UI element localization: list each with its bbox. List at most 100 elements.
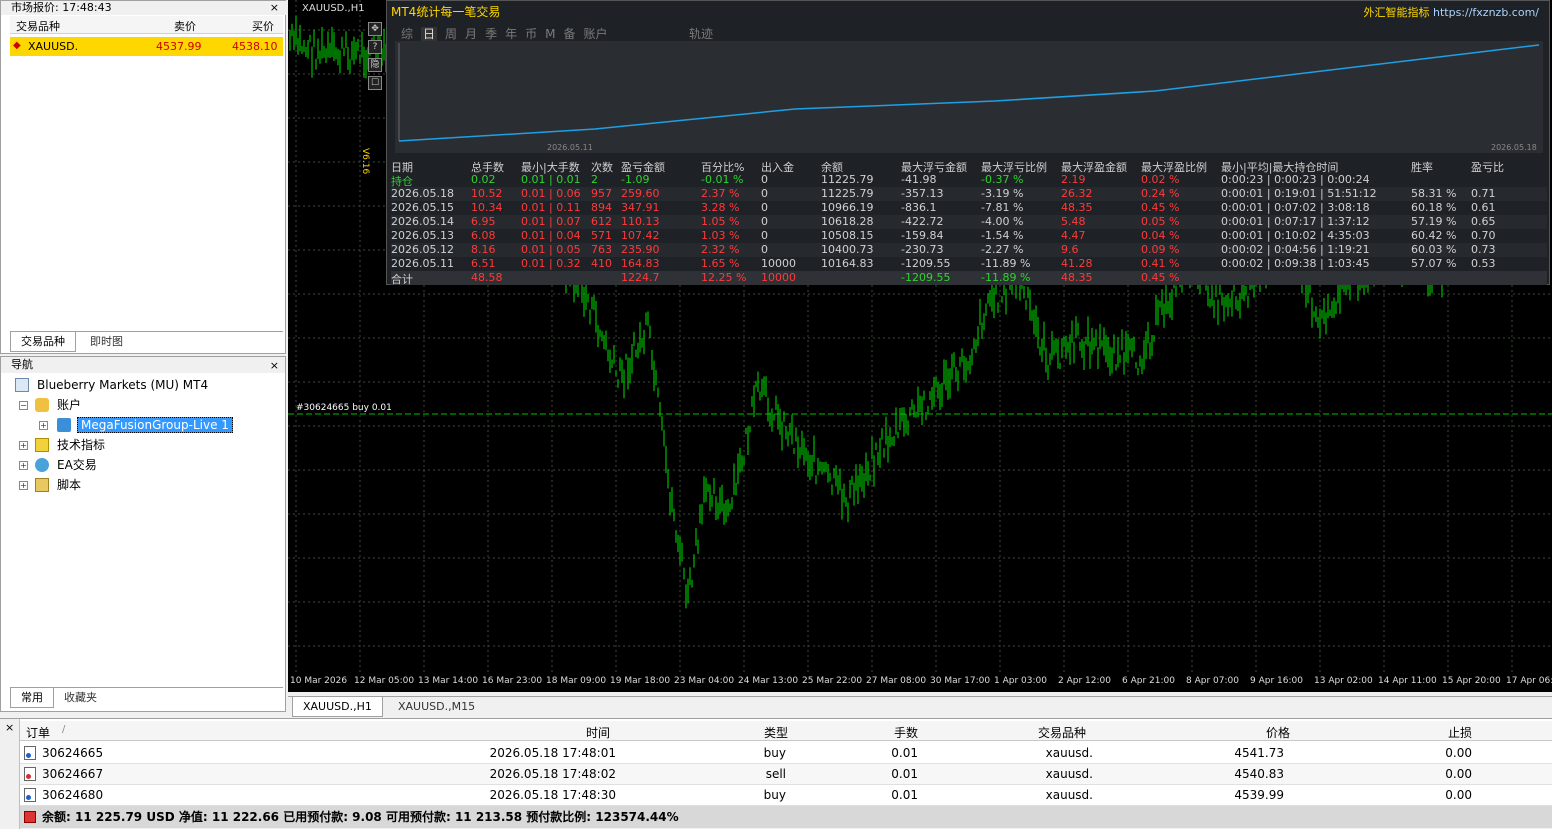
time-axis-label: 15 Apr 20:00 xyxy=(1442,676,1501,686)
navigator-tabs: 常用 收藏夹 xyxy=(10,687,283,709)
col-bid[interactable]: 卖价 xyxy=(174,18,196,34)
stats-cell: 347.91 xyxy=(621,201,660,214)
settings-icon[interactable]: ☐ xyxy=(368,76,382,90)
period-tab[interactable]: 日 xyxy=(421,27,438,41)
trade-lots: 0.01 xyxy=(891,746,918,760)
tab-chart-h1[interactable]: XAUUSD.,H1 xyxy=(292,697,383,717)
time-axis-label: 13 Apr 02:00 xyxy=(1314,676,1373,686)
move-icon[interactable]: ✥ xyxy=(368,22,382,36)
tab-tick-chart[interactable]: 即时图 xyxy=(80,332,133,352)
market-watch-panel: 市场报价: 17:48:43 × 交易品种 卖价 买价 ◆ XAUUSD. 45… xyxy=(0,0,287,354)
period-tab[interactable]: 备 xyxy=(563,27,575,41)
stats-cell: 合计 xyxy=(391,273,413,286)
stats-cell: 410 xyxy=(591,257,612,270)
stats-cell: 0 xyxy=(761,201,768,214)
expand-icon[interactable]: + xyxy=(19,481,28,490)
stats-cell: 0:00:02 | 0:04:56 | 1:19:21 xyxy=(1221,243,1370,256)
collapse-icon[interactable]: − xyxy=(19,401,28,410)
close-icon[interactable]: × xyxy=(270,1,279,14)
stats-cell: 1.03 % xyxy=(701,229,740,242)
time-axis-label: 8 Apr 07:00 xyxy=(1186,676,1239,686)
close-icon[interactable]: × xyxy=(5,721,14,734)
col-time[interactable]: 时间 xyxy=(586,724,610,741)
period-tab[interactable]: 账户 xyxy=(583,27,607,41)
stats-cell: 0.71 xyxy=(1471,187,1496,200)
script-icon xyxy=(35,478,49,492)
stats-cell: 0:00:01 | 0:10:02 | 4:35:03 xyxy=(1221,229,1370,242)
col-sl[interactable]: 止损 xyxy=(1448,724,1472,741)
trail-label[interactable]: 轨迹 xyxy=(689,25,713,42)
stats-cell: 10618.28 xyxy=(821,215,874,228)
time-axis-label: 24 Mar 13:00 xyxy=(738,676,799,686)
symbol-row[interactable]: ◆ XAUUSD. 4537.99 4538.10 xyxy=(10,37,283,56)
stats-cell: -422.72 xyxy=(901,215,944,228)
tree-experts[interactable]: + EA交易 xyxy=(19,456,97,474)
tab-symbols[interactable]: 交易品种 xyxy=(10,332,76,352)
stats-cell: 0.45 % xyxy=(1141,201,1180,214)
stats-row: 合计 48.58 1224.7 12.25 % 10000 -1209.55 -11.89 … xyxy=(391,271,1547,286)
tree-indicators[interactable]: + 技术指标 xyxy=(19,436,105,454)
stats-cell: -11.89 % xyxy=(981,257,1031,270)
equity-line-canvas xyxy=(398,43,1540,142)
stats-cell: 9.6 xyxy=(1061,243,1079,256)
stats-cell: 0:00:02 | 0:09:38 | 1:03:45 xyxy=(1221,257,1370,270)
trade-table-header: 订单 / 时间 类型 手数 交易品种 价格 止损 xyxy=(20,721,1552,741)
stats-cell: -836.1 xyxy=(901,201,937,214)
col-ask[interactable]: 买价 xyxy=(252,18,274,34)
col-lots[interactable]: 手数 xyxy=(894,724,918,741)
stats-cell: 4.47 xyxy=(1061,229,1086,242)
stats-cell: 6.08 xyxy=(471,229,496,242)
col-type[interactable]: 类型 xyxy=(764,724,788,741)
period-tab[interactable]: 币 xyxy=(525,27,537,41)
trade-order: 30624665 xyxy=(42,746,104,760)
time-axis-label: 17 Apr 06:00 xyxy=(1506,676,1552,686)
period-tab[interactable]: 综 xyxy=(401,27,413,41)
stats-cell: 0.09 % xyxy=(1141,243,1180,256)
stats-cell: 8.16 xyxy=(471,243,496,256)
summary-icon xyxy=(24,811,36,823)
col-symbol[interactable]: 交易品种 xyxy=(1038,724,1086,741)
stats-cell: -4.00 % xyxy=(981,215,1024,228)
trade-type: sell xyxy=(765,767,786,781)
period-tab[interactable]: 季 xyxy=(485,27,497,41)
stats-cell: 60.18 % xyxy=(1411,201,1457,214)
stats-cell: 0 xyxy=(761,187,768,200)
tab-favorites[interactable]: 收藏夹 xyxy=(54,688,107,708)
trade-time: 2026.05.18 17:48:02 xyxy=(489,767,616,781)
time-axis-label: 1 Apr 03:00 xyxy=(994,676,1047,686)
stats-cell: 0:00:01 | 0:19:01 | 51:51:12 xyxy=(1221,187,1377,200)
tab-chart-m15[interactable]: XAUUSD.,M15 xyxy=(388,697,485,717)
col-price[interactable]: 价格 xyxy=(1266,724,1290,741)
panel-brand[interactable]: 外汇智能指标 https://fxznzb.com/ xyxy=(1363,4,1539,20)
trade-row[interactable]: 30624680 2026.05.18 17:48:30 buy 0.01 xauusd… xyxy=(20,785,1552,806)
stats-cell: 0.01 | 0.05 xyxy=(521,243,581,256)
trade-row[interactable]: 30624667 2026.05.18 17:48:02 sell 0.01 xauus… xyxy=(20,764,1552,785)
trade-time: 2026.05.18 17:48:01 xyxy=(489,746,616,760)
stats-cell: 0.73 xyxy=(1471,243,1496,256)
col-symbol[interactable]: 交易品种 xyxy=(16,18,60,34)
stats-cell: 10.52 xyxy=(471,187,503,200)
indicator-icon xyxy=(35,438,49,452)
close-icon[interactable]: × xyxy=(270,359,279,372)
tree-accounts[interactable]: − 账户 xyxy=(19,396,81,414)
expand-icon[interactable]: + xyxy=(39,421,48,430)
period-tab[interactable]: 月 xyxy=(465,27,477,41)
stats-cell: 235.90 xyxy=(621,243,660,256)
chart-symbol-title: XAUUSD.,H1 xyxy=(302,3,365,14)
terminal-icon xyxy=(15,378,29,392)
stats-cell: 0.65 xyxy=(1471,215,1496,228)
trade-row[interactable]: 30624665 2026.05.18 17:48:01 buy 0.01 xauusd… xyxy=(20,743,1552,764)
help-icon[interactable]: ? xyxy=(368,40,382,54)
period-tab[interactable]: 周 xyxy=(445,27,457,41)
col-order[interactable]: 订单 xyxy=(26,724,50,741)
hide-icon[interactable]: 隐 xyxy=(368,58,382,72)
version-label: V6.16 xyxy=(360,148,370,175)
expand-icon[interactable]: + xyxy=(19,441,28,450)
tab-common[interactable]: 常用 xyxy=(10,688,54,708)
tree-scripts[interactable]: + 脚本 xyxy=(19,476,81,494)
period-tab[interactable]: 年 xyxy=(505,27,517,41)
tree-account-item[interactable]: + MegaFusionGroup-Live 1 xyxy=(39,416,233,434)
expand-icon[interactable]: + xyxy=(19,461,28,470)
tree-broker[interactable]: Blueberry Markets (MU) MT4 xyxy=(15,376,208,394)
period-tab[interactable]: M xyxy=(545,27,555,41)
